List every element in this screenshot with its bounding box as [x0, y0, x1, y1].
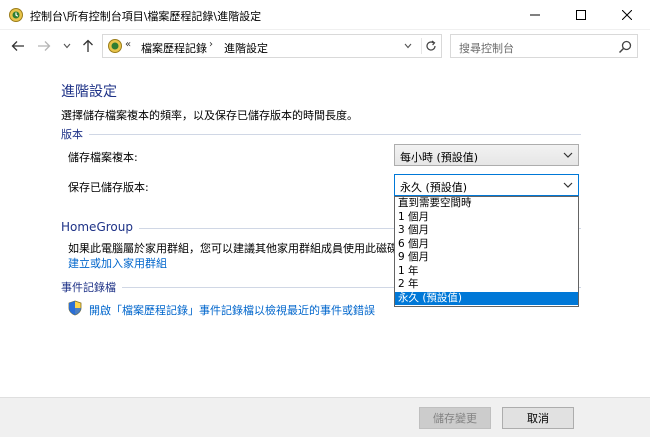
breadcrumb-separator[interactable]: › — [209, 39, 213, 50]
footer-bar: 儲存變更 取消 — [0, 397, 650, 437]
refresh-button[interactable] — [421, 38, 439, 54]
search-box[interactable]: 搜尋控制台 — [450, 34, 638, 58]
recent-locations-button[interactable] — [60, 36, 74, 56]
minimize-icon — [530, 14, 540, 16]
keep-versions-select[interactable]: 永久 (預設值) — [394, 174, 579, 196]
dropdown-option[interactable]: 6 個月 — [395, 238, 578, 252]
save-copies-value: 每小時 (預設值) — [400, 151, 479, 164]
dropdown-option[interactable]: 1 年 — [395, 265, 578, 279]
save-copies-select[interactable]: 每小時 (預設值) — [394, 144, 579, 166]
chevron-down-icon — [63, 43, 71, 49]
overflow-chevron[interactable]: « — [125, 39, 131, 50]
close-button[interactable] — [604, 0, 650, 30]
breadcrumb-advanced-settings[interactable]: 進階設定 — [224, 40, 268, 56]
breadcrumb-file-history[interactable]: 檔案歷程記錄 — [141, 40, 207, 56]
search-icon[interactable] — [617, 39, 633, 55]
minimize-button[interactable] — [512, 0, 558, 30]
arrow-left-icon — [11, 41, 24, 51]
dropdown-option[interactable]: 2 年 — [395, 278, 578, 292]
section-divider — [61, 134, 581, 135]
up-button[interactable] — [78, 36, 98, 56]
forward-button[interactable] — [34, 36, 54, 56]
page-description: 選擇儲存檔案複本的頻率，以及保存已儲存版本的時間長度。 — [61, 109, 358, 122]
dropdown-option[interactable]: 1 個月 — [395, 211, 578, 225]
refresh-icon — [425, 40, 436, 51]
back-button[interactable] — [8, 36, 28, 56]
homegroup-link[interactable]: 建立或加入家用群組 — [68, 255, 167, 271]
file-history-icon — [9, 8, 23, 22]
address-bar[interactable]: « 檔案歷程記錄 › 進階設定 — [102, 34, 442, 58]
versions-section-label: 版本 — [61, 126, 89, 142]
dropdown-option[interactable]: 9 個月 — [395, 251, 578, 265]
address-dropdown-button[interactable] — [401, 39, 415, 53]
page-title: 進階設定 — [61, 84, 117, 100]
dropdown-option-selected[interactable]: 永久 (預設值) — [395, 291, 578, 305]
shield-icon — [68, 300, 82, 316]
navigation-bar: « 檔案歷程記錄 › 進階設定 搜尋控制台 — [0, 30, 650, 62]
search-placeholder[interactable]: 搜尋控制台 — [459, 40, 514, 56]
chevron-down-icon — [404, 43, 412, 49]
close-icon — [622, 10, 632, 20]
cancel-button[interactable]: 取消 — [502, 407, 574, 429]
save-changes-button[interactable]: 儲存變更 — [419, 407, 491, 429]
eventlog-section-label: 事件記錄檔 — [61, 279, 122, 295]
arrow-right-icon — [38, 41, 51, 51]
save-copies-label: 儲存檔案複本: — [68, 151, 138, 164]
dropdown-option[interactable]: 3 個月 — [395, 224, 578, 238]
keep-versions-dropdown[interactable]: 直到需要空間時 1 個月 3 個月 6 個月 9 個月 1 年 2 年 永久 (… — [394, 196, 579, 307]
homegroup-section-label: HomeGroup — [61, 220, 139, 234]
chevron-down-icon — [562, 179, 574, 191]
control-panel-icon — [108, 39, 122, 53]
maximize-icon — [576, 10, 586, 20]
event-log-link[interactable]: 開啟「檔案歷程記錄」事件記錄檔以檢視最近的事件或錯誤 — [89, 302, 375, 318]
window-title: 控制台\所有控制台項目\檔案歷程記錄\進階設定 — [30, 10, 262, 23]
chevron-down-icon — [562, 149, 574, 161]
keep-versions-value: 永久 (預設值) — [400, 181, 468, 194]
maximize-button[interactable] — [558, 0, 604, 30]
dropdown-option[interactable]: 直到需要空間時 — [395, 197, 578, 211]
title-bar: 控制台\所有控制台項目\檔案歷程記錄\進階設定 — [0, 0, 650, 30]
arrow-up-icon — [83, 39, 93, 52]
keep-versions-label: 保存已儲存版本: — [68, 181, 149, 194]
homegroup-description: 如果此電腦屬於家用群組，您可以建議其他家用群組成員使用此磁碟 — [68, 242, 394, 255]
